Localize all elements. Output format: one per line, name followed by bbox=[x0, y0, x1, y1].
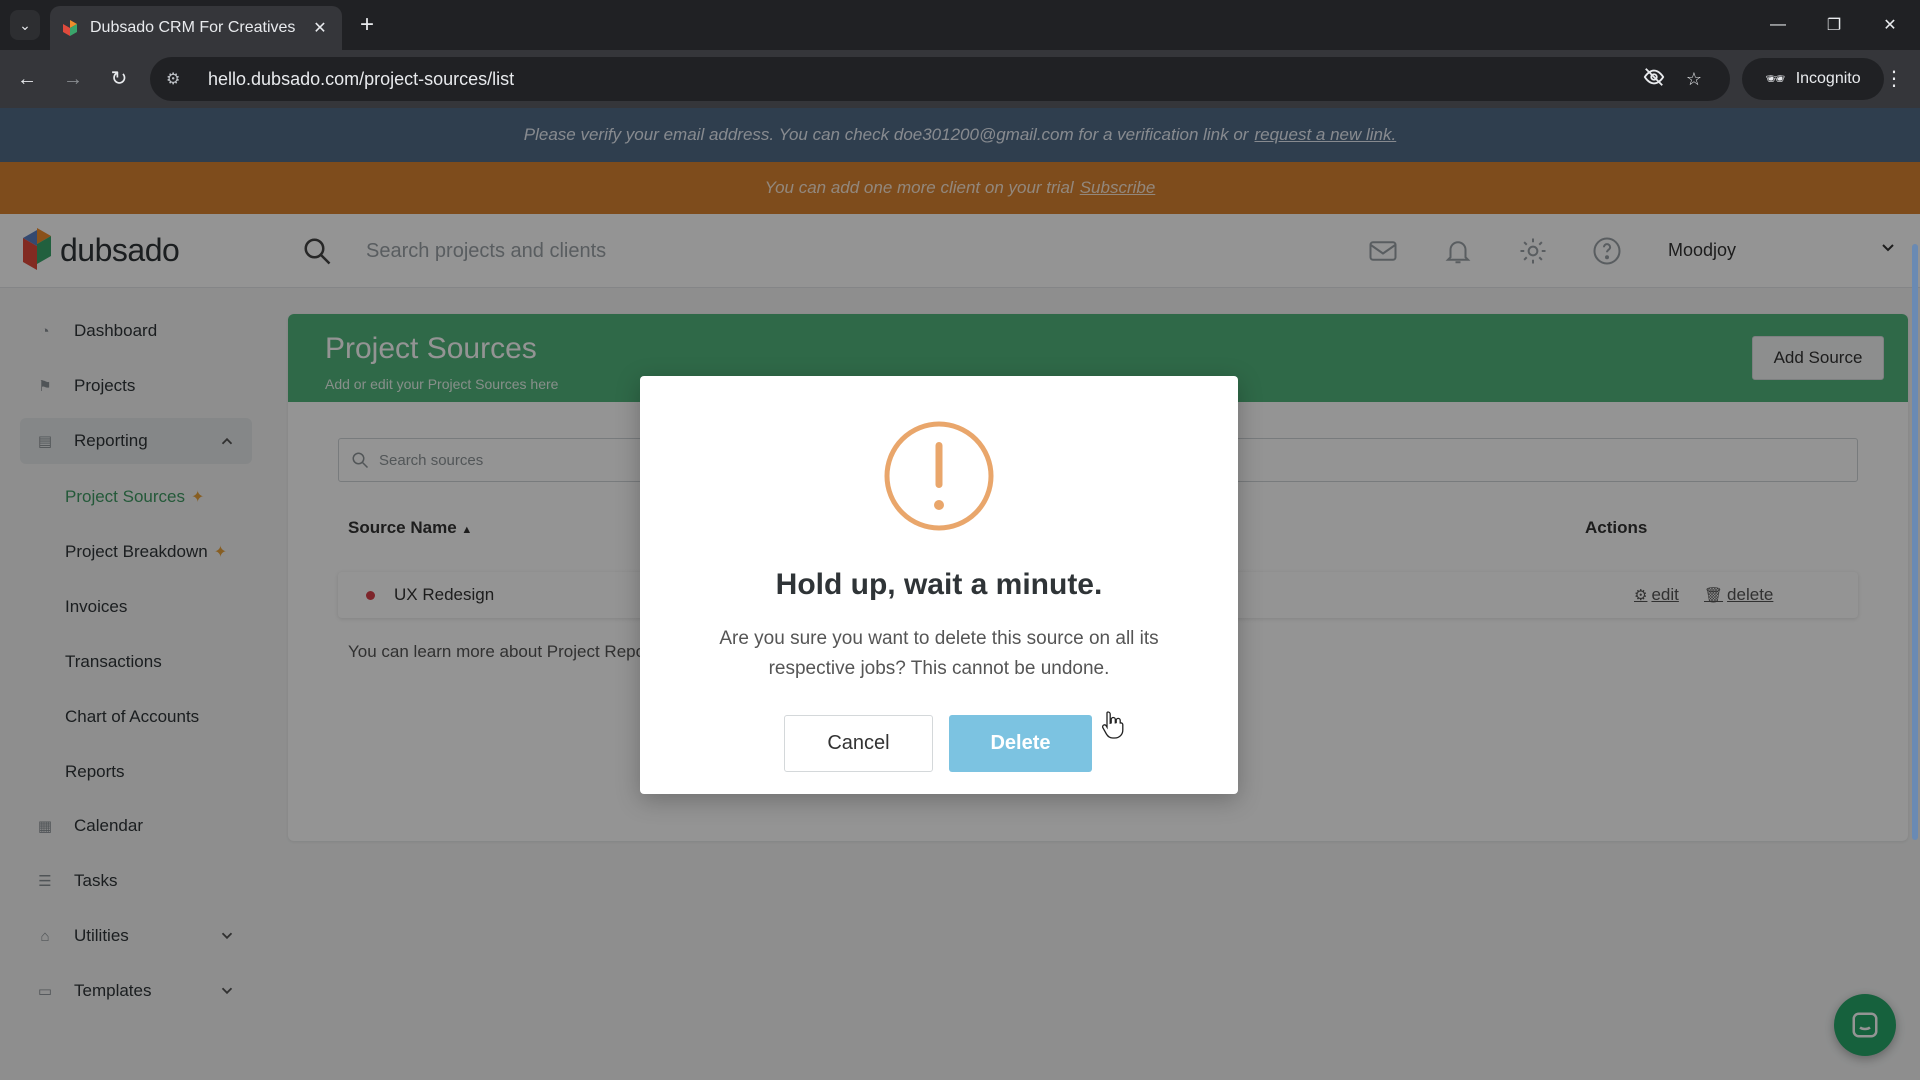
incognito-icon: 🕶 bbox=[1765, 71, 1786, 88]
window-close-icon[interactable]: ✕ bbox=[1862, 0, 1918, 50]
reload-icon[interactable]: ↻ bbox=[104, 64, 134, 94]
back-icon[interactable]: ← bbox=[12, 64, 42, 94]
hand-cursor-icon bbox=[1101, 711, 1124, 739]
incognito-badge[interactable]: 🕶 Incognito bbox=[1742, 58, 1884, 100]
page-scrollbar[interactable] bbox=[1912, 244, 1918, 840]
dubsado-favicon-icon bbox=[62, 20, 78, 36]
dialog-message: Are you sure you want to delete this sou… bbox=[719, 628, 1159, 679]
forward-icon[interactable]: → bbox=[58, 64, 88, 94]
address-bar[interactable]: ⚙ hello.dubsado.com/project-sources/list… bbox=[150, 57, 1730, 101]
chevron-down-icon: ⌄ bbox=[19, 16, 31, 33]
bookmark-star-icon[interactable]: ☆ bbox=[1674, 69, 1714, 90]
minimize-icon[interactable]: — bbox=[1750, 0, 1806, 50]
tab-title: Dubsado CRM For Creatives bbox=[90, 19, 296, 36]
tab-search-button[interactable]: ⌄ bbox=[10, 10, 40, 40]
url-text[interactable]: hello.dubsado.com/project-sources/list bbox=[208, 69, 1634, 90]
restore-icon[interactable]: ❐ bbox=[1806, 0, 1862, 50]
cancel-button[interactable]: Cancel bbox=[784, 715, 933, 772]
incognito-label: Incognito bbox=[1795, 70, 1861, 87]
warning-icon bbox=[884, 421, 994, 531]
browser-tab-bar: ⌄ Dubsado CRM For Creatives ✕ + — ❐ ✕ bbox=[0, 0, 1920, 50]
browser-tab[interactable]: Dubsado CRM For Creatives ✕ bbox=[50, 6, 342, 50]
close-icon[interactable]: ✕ bbox=[310, 18, 330, 38]
delete-confirm-dialog: Hold up, wait a minute. Are you sure you… bbox=[640, 376, 1238, 794]
new-tab-button[interactable]: + bbox=[352, 10, 382, 40]
site-info-icon[interactable]: ⚙ bbox=[166, 69, 190, 89]
browser-toolbar: ← → ↻ ⚙ hello.dubsado.com/project-source… bbox=[0, 50, 1920, 108]
eye-off-icon[interactable] bbox=[1634, 66, 1674, 93]
dialog-title: Hold up, wait a minute. bbox=[775, 568, 1103, 601]
browser-menu-icon[interactable]: ⋮ bbox=[1880, 64, 1908, 94]
delete-button[interactable]: Delete bbox=[949, 715, 1092, 772]
